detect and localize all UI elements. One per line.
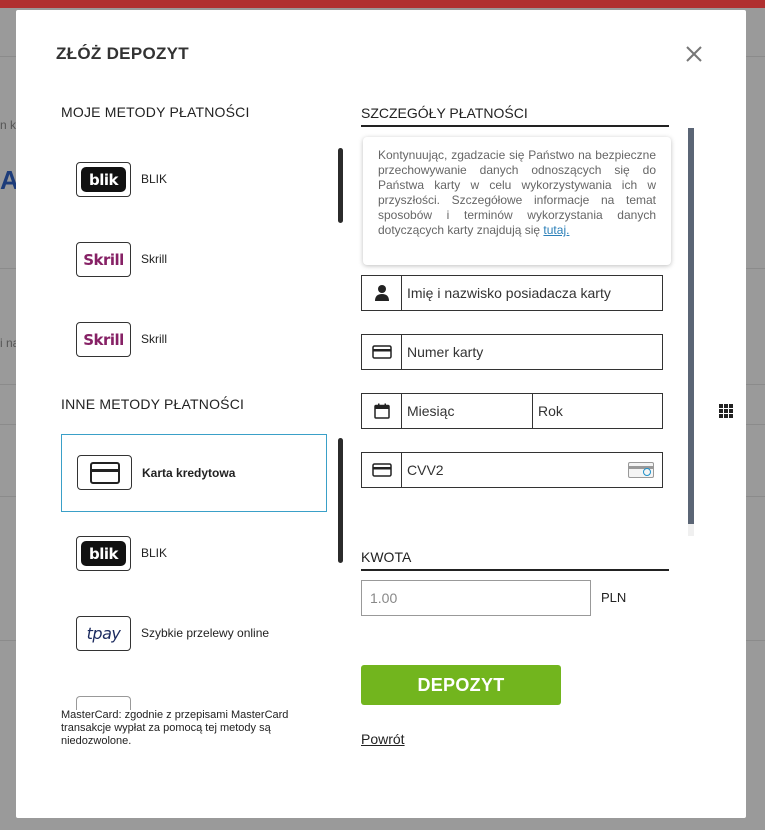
my-method-skrill[interactable]: Skrill Skrill xyxy=(61,221,327,297)
card-icon xyxy=(362,335,402,369)
method-label: Szybkie przelewy online xyxy=(141,626,270,640)
cardholder-field xyxy=(361,275,663,311)
month-field xyxy=(361,393,602,429)
blik-logo: blik xyxy=(76,536,131,571)
credit-card-logo xyxy=(77,455,132,490)
other-method-tpay[interactable]: tpay Szybkie przelewy online xyxy=(61,595,327,671)
amount-input[interactable] xyxy=(361,580,591,616)
card-icon xyxy=(362,453,402,487)
cvv-input[interactable] xyxy=(402,454,628,486)
mastercard-note: MasterCard: zgodnie z przepisami MasterC… xyxy=(61,709,289,747)
amount-title: KWOTA xyxy=(361,549,669,571)
credit-card-icon xyxy=(89,461,120,484)
currency-label: PLN xyxy=(601,590,627,605)
modal-title: ZŁÓŻ DEPOZYT xyxy=(56,44,189,63)
close-icon xyxy=(686,46,702,62)
other-methods-title: INNE METODY PŁATNOŚCI xyxy=(61,396,245,412)
method-label: Skrill xyxy=(141,332,167,346)
skrill-logo: Skrill xyxy=(76,322,131,357)
background-topbar xyxy=(0,0,765,8)
method-label: BLIK xyxy=(141,546,168,560)
cvv-field xyxy=(361,452,663,488)
blik-logo: blik xyxy=(76,162,131,197)
card-storage-info: Kontynuując, zgadzacie się Państwo na be… xyxy=(363,137,671,265)
back-link[interactable]: Powrót xyxy=(361,731,405,747)
method-label: Karta kredytowa xyxy=(142,466,236,480)
method-label: Skrill xyxy=(141,252,167,266)
deposit-button[interactable]: DEPOZYT xyxy=(361,665,561,705)
cvv-help-icon[interactable] xyxy=(628,462,654,478)
my-method-skrill[interactable]: Skrill Skrill xyxy=(61,301,327,377)
calendar-icon xyxy=(362,394,402,428)
details-scrollbar-thumb[interactable] xyxy=(688,128,694,524)
method-label: BLIK xyxy=(141,172,168,186)
other-methods-scrollbar[interactable] xyxy=(338,438,343,563)
my-methods-title: MOJE METODY PŁATNOŚCI xyxy=(61,104,250,120)
close-button[interactable] xyxy=(682,42,706,66)
user-icon xyxy=(362,276,402,310)
skrill-logo: Skrill xyxy=(76,242,131,277)
info-text: Kontynuując, zgadzacie się Państwo na be… xyxy=(378,148,656,237)
cardholder-input[interactable] xyxy=(402,277,662,309)
tpay-logo: tpay xyxy=(76,616,131,651)
partial-method-logo xyxy=(76,696,131,710)
card-number-field xyxy=(361,334,663,370)
payment-details-title: SZCZEGÓŁY PŁATNOŚCI xyxy=(361,105,669,127)
info-link[interactable]: tutaj. xyxy=(543,223,569,237)
year-input[interactable] xyxy=(533,395,719,427)
my-methods-scrollbar[interactable] xyxy=(338,148,343,223)
card-number-input[interactable] xyxy=(402,336,662,368)
deposit-modal: ZŁÓŻ DEPOZYT MOJE METODY PŁATNOŚCI blik … xyxy=(16,10,746,818)
my-method-blik[interactable]: blik BLIK xyxy=(61,141,327,217)
other-method-blik[interactable]: blik BLIK xyxy=(61,515,327,591)
picker-grid-icon[interactable] xyxy=(719,404,733,418)
other-method-credit-card[interactable]: Karta kredytowa xyxy=(61,434,327,512)
year-field xyxy=(532,393,733,429)
